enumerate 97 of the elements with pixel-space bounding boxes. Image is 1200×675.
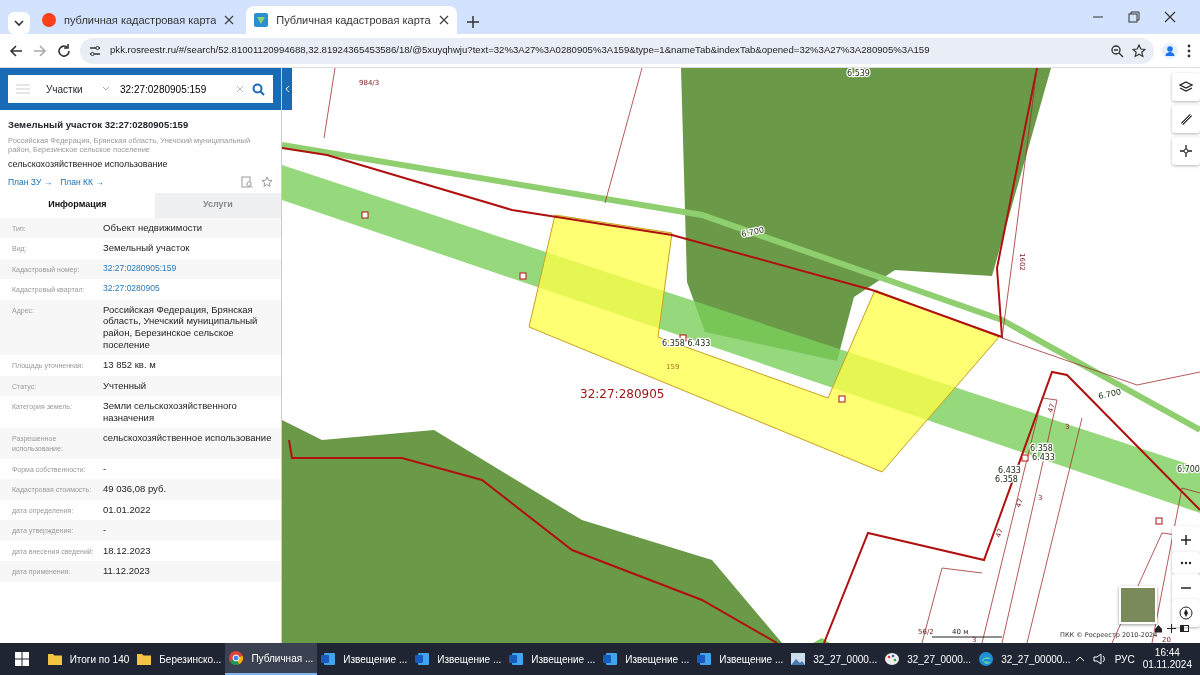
close-icon[interactable] — [1164, 11, 1176, 23]
clock-time[interactable]: 16:44 — [1142, 647, 1192, 659]
property-value: 01.01.2022 — [103, 503, 151, 517]
document-icon — [697, 652, 712, 666]
map-label: 32:27:280905 — [580, 387, 665, 401]
document-icon — [415, 652, 430, 666]
compass-icon[interactable] — [1179, 606, 1193, 620]
favicon-icon — [254, 13, 269, 27]
star-icon[interactable] — [1132, 43, 1146, 58]
browser-tab[interactable]: публичная кадастровая карта — [34, 6, 243, 34]
folder-icon — [137, 653, 152, 665]
taskbar-item[interactable]: Березинско... — [133, 643, 226, 675]
zoom-in-icon[interactable] — [1179, 533, 1193, 547]
taskbar-item[interactable]: Итоги по 140 — [43, 643, 134, 675]
clock-date[interactable]: 01.11.2024 — [1142, 659, 1192, 671]
taskbar-item[interactable]: Извещение ... — [411, 643, 506, 675]
browser-tab[interactable]: Публичная кадастровая карта — [246, 6, 457, 34]
taskbar-item[interactable]: 32_27_0000... — [787, 643, 882, 675]
image-icon — [791, 653, 806, 665]
screen-icon[interactable] — [1180, 624, 1189, 633]
palette-icon — [885, 652, 900, 666]
crosshair-icon[interactable] — [1167, 624, 1176, 633]
object-purpose: сельскохозяйственное использование — [8, 158, 169, 172]
close-icon[interactable] — [224, 15, 235, 25]
property-value: - — [103, 462, 107, 476]
search-icon[interactable] — [252, 82, 265, 96]
chevron-up-icon[interactable] — [1074, 656, 1085, 662]
reload-icon[interactable] — [56, 42, 72, 59]
property-value: 18.12.2023 — [103, 544, 151, 558]
zoom-out-button[interactable] — [1172, 574, 1200, 602]
layers-icon[interactable] — [1179, 80, 1193, 94]
restore-icon[interactable] — [1128, 11, 1140, 23]
plan-link[interactable]: План КК → — [60, 175, 104, 189]
taskbar-item[interactable]: 32_27_0000... — [881, 643, 976, 675]
windows-start-icon[interactable] — [14, 652, 29, 666]
star-icon[interactable] — [261, 176, 273, 189]
category-select[interactable]: Участки — [46, 81, 94, 97]
home-icon[interactable] — [1154, 624, 1163, 633]
property-link[interactable]: 32:27:0280905:159 — [103, 262, 177, 275]
layers-button[interactable] — [1172, 73, 1200, 101]
taskbar-item[interactable]: Извещение ... — [505, 643, 600, 675]
property-value: Российская Федерация, Брянская область, Унечский муниципальный район, Березинское сельское поселение — [103, 303, 259, 351]
browser-icon — [229, 651, 244, 665]
point-marker — [838, 395, 846, 403]
property-value: 49 036,08 руб. — [103, 483, 167, 496]
taskbar-item[interactable]: 32_27_00000... — [975, 643, 1075, 675]
plan-link[interactable]: План ЗУ → — [8, 175, 53, 189]
document-icon — [321, 652, 336, 666]
crosshair-icon[interactable] — [1179, 144, 1193, 158]
language-indicator[interactable]: РУС — [1114, 651, 1135, 667]
property-value: сельскохозяйственное использование — [103, 431, 272, 445]
property-link[interactable]: 32:27:0280905 — [103, 283, 160, 296]
map-label: 6.358 — [1030, 444, 1053, 453]
scale-bar — [931, 636, 1003, 638]
object-title: Земельный участок 32:27:0280905:159 — [8, 118, 190, 132]
zoom-in-button[interactable] — [1172, 526, 1200, 554]
close-icon[interactable] — [438, 15, 449, 25]
taskbar-item[interactable]: Извещение ... — [599, 643, 694, 675]
ruler-button[interactable] — [1172, 105, 1200, 133]
taskbar-item[interactable]: Извещение ... — [693, 643, 788, 675]
menu-icon[interactable] — [1186, 42, 1192, 59]
map-label: 6.700 — [1097, 387, 1122, 401]
dropdown-icon[interactable] — [8, 12, 30, 34]
compass-button[interactable] — [1172, 599, 1200, 627]
document-icon — [603, 652, 618, 666]
property-value: - — [103, 524, 107, 537]
browser-icon — [979, 652, 994, 666]
property-value: Земли сельскохозяйственного назначения — [103, 400, 238, 424]
taskbar-item[interactable]: Публичная ... — [225, 643, 318, 675]
point-marker — [361, 211, 369, 219]
document-icon — [509, 652, 524, 666]
folder-icon — [47, 653, 62, 665]
property-value: Земельный участок — [103, 242, 190, 255]
point-marker — [1021, 454, 1029, 462]
site-settings-icon[interactable] — [88, 43, 102, 58]
point-marker — [1155, 517, 1163, 525]
address-bar[interactable]: pkk.rosreestr.ru/#/search/52.81001120994688,32.81924365453586/18/@5xuyqhwju?text=32%3A27%3A0280905%3A159&type=1&nameTab&indexTab&opened=32%3A27%3A280905%3A159 — [80, 37, 1154, 64]
parcel-outline — [323, 68, 336, 139]
zoom-icon[interactable] — [1110, 43, 1124, 58]
profile-icon[interactable] — [1162, 42, 1178, 59]
satellite-thumbnail[interactable] — [1119, 586, 1157, 624]
favicon-icon — [42, 13, 56, 27]
chevron-left-icon — [284, 85, 290, 93]
property-value: Объект недвижимости — [103, 221, 203, 234]
map-label: 6.700 — [740, 225, 765, 239]
point-marker — [519, 272, 527, 280]
map-label: 6.539 — [847, 69, 870, 78]
speaker-icon[interactable] — [1092, 653, 1107, 665]
property-value: 13 852 кв. м — [103, 359, 156, 372]
search-field[interactable]: Участки 32:27:0280905:159 — [8, 75, 273, 103]
ruler-icon[interactable] — [1179, 112, 1193, 126]
back-icon[interactable] — [8, 42, 24, 59]
crosshair-button[interactable] — [1172, 137, 1200, 165]
property-value: Учтенный — [103, 379, 147, 392]
map-label: 6.700 — [1177, 465, 1200, 474]
taskbar-item[interactable]: Извещение ... — [317, 643, 412, 675]
property-value: 11.12.2023 — [103, 565, 150, 578]
